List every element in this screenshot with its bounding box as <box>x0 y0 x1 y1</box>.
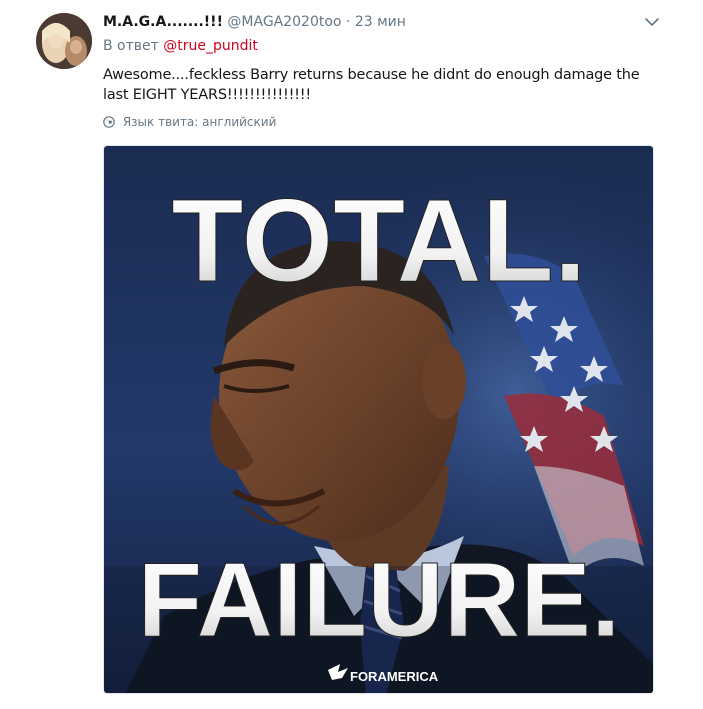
tweet-media-image[interactable]: TOTAL. FAILURE. FORAMERICA <box>103 145 654 694</box>
user-handle[interactable]: @MAGA2020too <box>227 14 341 30</box>
avatar-image <box>36 13 92 69</box>
media-picture: TOTAL. FAILURE. FORAMERICA <box>104 146 653 693</box>
timestamp[interactable]: 23 мин <box>355 14 406 30</box>
watermark-text: FORAMERICA <box>350 669 439 684</box>
avatar[interactable] <box>36 13 92 69</box>
tweet-card: M.A.G.A.......!!! @MAGA2020too · 23 мин … <box>0 0 703 709</box>
headline-top: TOTAL. <box>171 175 586 307</box>
tweet-language: Язык твита: английский <box>103 115 276 131</box>
chevron-down-icon[interactable] <box>642 12 662 32</box>
reply-prefix: В ответ <box>103 38 159 54</box>
globe-icon <box>103 116 115 131</box>
display-name[interactable]: M.A.G.A.......!!! <box>103 14 223 30</box>
headline-bottom: FAILURE. <box>138 541 621 659</box>
reply-mention-link[interactable]: @true_pundit <box>163 38 258 54</box>
language-label: Язык твита: английский <box>122 115 277 129</box>
reply-context: В ответ @true_pundit <box>103 38 258 54</box>
tweet-text: Awesome....feckless Barry returns becaus… <box>103 67 640 103</box>
separator: · <box>345 14 351 30</box>
tweet-header: M.A.G.A.......!!! @MAGA2020too · 23 мин <box>103 14 406 30</box>
